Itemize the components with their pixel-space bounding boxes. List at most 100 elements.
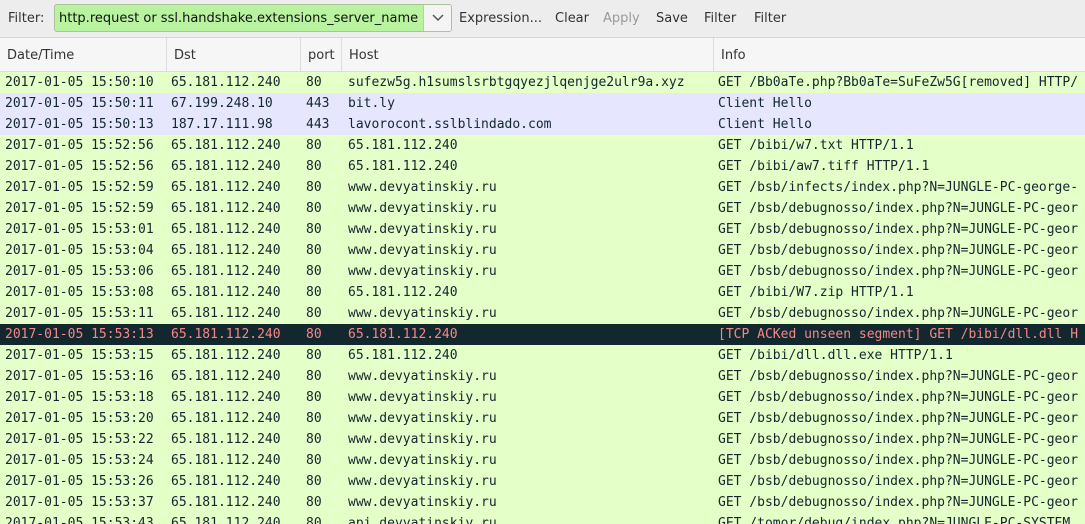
cell-time: 2017-01-05 15:53:15 [5,348,154,363]
packet-row[interactable]: 2017-01-05 15:53:01 65.181.112.240 80 www.d… [0,219,1085,240]
packet-row[interactable]: 2017-01-05 15:53:24 65.181.112.240 80 www.d… [0,450,1085,471]
cell-port: 80 [306,474,322,489]
packet-row[interactable]: 2017-01-05 15:53:26 65.181.112.240 80 www.d… [0,471,1085,492]
cell-port: 80 [306,495,322,510]
cell-host: www.devyatinskiy.ru [348,306,497,321]
column-header-host[interactable]: Host [342,38,714,72]
cell-info: GET /bsb/debugnosso/index.php?N=JUNGLE-P… [718,453,1079,468]
cell-port: 80 [306,180,322,195]
cell-info: Client Hello [718,96,812,111]
cell-host: 65.181.112.240 [348,348,458,363]
cell-dst: 65.181.112.240 [171,75,281,90]
cell-dst: 65.181.112.240 [171,306,281,321]
packet-row[interactable]: 2017-01-05 15:52:56 65.181.112.240 80 65.18… [0,156,1085,177]
cell-host: www.devyatinskiy.ru [348,495,497,510]
packet-row[interactable]: 2017-01-05 15:52:59 65.181.112.240 80 www.d… [0,198,1085,219]
packet-row[interactable]: 2017-01-05 15:53:08 65.181.112.240 80 65.18… [0,282,1085,303]
cell-dst: 65.181.112.240 [171,516,281,524]
cell-time: 2017-01-05 15:53:20 [5,411,154,426]
cell-dst: 65.181.112.240 [171,432,281,447]
cell-time: 2017-01-05 15:53:04 [5,243,154,258]
cell-port: 80 [306,285,322,300]
apply-button[interactable]: Apply [603,11,640,26]
cell-port: 80 [306,516,322,524]
cell-info: GET /bsb/debugnosso/index.php?N=JUNGLE-P… [718,411,1079,426]
packet-row[interactable]: 2017-01-05 15:53:13 65.181.112.240 80 65.18… [0,324,1085,345]
cell-host: www.devyatinskiy.ru [348,369,497,384]
cell-port: 80 [306,432,322,447]
cell-host: www.devyatinskiy.ru [348,243,497,258]
filter-toolbar: Filter: Expression... Clear Apply Save F… [0,0,1085,38]
packet-row[interactable]: 2017-01-05 15:53:06 65.181.112.240 80 www.d… [0,261,1085,282]
column-header-dst[interactable]: Dst [167,38,301,72]
clear-button[interactable]: Clear [555,11,589,26]
display-filter-input[interactable] [55,5,423,31]
cell-time: 2017-01-05 15:53:26 [5,474,154,489]
packet-row[interactable]: 2017-01-05 15:53:11 65.181.112.240 80 www.d… [0,303,1085,324]
column-header-info[interactable]: Info [714,38,1085,72]
filter-button-2[interactable]: Filter [754,11,786,26]
cell-port: 443 [306,117,330,132]
packet-row[interactable]: 2017-01-05 15:50:10 65.181.112.240 80 sufez… [0,72,1085,93]
cell-port: 80 [306,75,322,90]
cell-port: 80 [306,390,322,405]
cell-port: 80 [306,348,322,363]
cell-port: 443 [306,96,330,111]
cell-dst: 187.17.111.98 [171,117,273,132]
packet-row[interactable]: 2017-01-05 15:53:16 65.181.112.240 80 www.d… [0,366,1085,387]
cell-dst: 65.181.112.240 [171,264,281,279]
cell-host: www.devyatinskiy.ru [348,201,497,216]
cell-time: 2017-01-05 15:53:16 [5,369,154,384]
cell-port: 80 [306,453,322,468]
cell-host: sufezw5g.h1sumslsrbtgqyezjlqenjge2ulr9a.… [348,75,685,90]
cell-host: www.devyatinskiy.ru [348,180,497,195]
chevron-down-icon [431,14,444,22]
cell-time: 2017-01-05 15:53:24 [5,453,154,468]
cell-info: GET /bibi/aw7.tiff HTTP/1.1 [718,159,930,174]
save-button[interactable]: Save [656,11,688,26]
cell-dst: 65.181.112.240 [171,138,281,153]
cell-port: 80 [306,201,322,216]
cell-dst: 65.181.112.240 [171,390,281,405]
cell-time: 2017-01-05 15:53:01 [5,222,154,237]
packet-row[interactable]: 2017-01-05 15:53:18 65.181.112.240 80 www.d… [0,387,1085,408]
cell-port: 80 [306,222,322,237]
cell-time: 2017-01-05 15:53:13 [5,327,154,342]
cell-dst: 65.181.112.240 [171,474,281,489]
cell-time: 2017-01-05 15:50:13 [5,117,154,132]
cell-info: GET /Bb0aTe.php?Bb0aTe=SuFeZw5G[removed]… [718,75,1079,90]
packet-row[interactable]: 2017-01-05 15:53:20 65.181.112.240 80 www.d… [0,408,1085,429]
packet-row[interactable]: 2017-01-05 15:53:37 65.181.112.240 80 www.d… [0,492,1085,513]
packet-row[interactable]: 2017-01-05 15:53:22 65.181.112.240 80 www.d… [0,429,1085,450]
packet-row[interactable]: 2017-01-05 15:50:11 67.199.248.10 443 bit.l… [0,93,1085,114]
cell-dst: 65.181.112.240 [171,369,281,384]
cell-time: 2017-01-05 15:53:08 [5,285,154,300]
cell-time: 2017-01-05 15:52:59 [5,201,154,216]
filter-button-1[interactable]: Filter [704,11,736,26]
cell-info: GET /bsb/debugnosso/index.php?N=JUNGLE-P… [718,243,1079,258]
expression-button[interactable]: Expression... [459,11,542,26]
filter-history-dropdown[interactable] [423,5,451,31]
cell-info: GET /bibi/dll.dll.exe HTTP/1.1 [718,348,953,363]
cell-port: 80 [306,264,322,279]
cell-info: GET /bsb/debugnosso/index.php?N=JUNGLE-P… [718,222,1079,237]
column-header-time[interactable]: Date/Time [0,38,167,72]
cell-host: lavorocont.sslblindado.com [348,117,552,132]
cell-info: GET /bsb/debugnosso/index.php?N=JUNGLE-P… [718,495,1079,510]
cell-time: 2017-01-05 15:53:22 [5,432,154,447]
cell-info: GET /bibi/W7.zip HTTP/1.1 [718,285,914,300]
cell-dst: 65.181.112.240 [171,453,281,468]
cell-info: GET /bsb/debugnosso/index.php?N=JUNGLE-P… [718,369,1079,384]
column-header-port[interactable]: port [301,38,342,72]
cell-info: [TCP ACKed unseen segment] GET /bibi/dll… [718,327,1079,342]
cell-time: 2017-01-05 15:50:10 [5,75,154,90]
display-filter-box[interactable] [54,4,452,32]
cell-dst: 65.181.112.240 [171,327,281,342]
packet-row[interactable]: 2017-01-05 15:52:56 65.181.112.240 80 65.18… [0,135,1085,156]
cell-host: www.devyatinskiy.ru [348,453,497,468]
packet-row[interactable]: 2017-01-05 15:53:04 65.181.112.240 80 www.d… [0,240,1085,261]
packet-row[interactable]: 2017-01-05 15:50:13 187.17.111.98 443 lavor… [0,114,1085,135]
packet-row[interactable]: 2017-01-05 15:53:43 65.181.112.240 80 api.d… [0,513,1085,524]
packet-row[interactable]: 2017-01-05 15:53:15 65.181.112.240 80 65.18… [0,345,1085,366]
packet-row[interactable]: 2017-01-05 15:52:59 65.181.112.240 80 www.d… [0,177,1085,198]
